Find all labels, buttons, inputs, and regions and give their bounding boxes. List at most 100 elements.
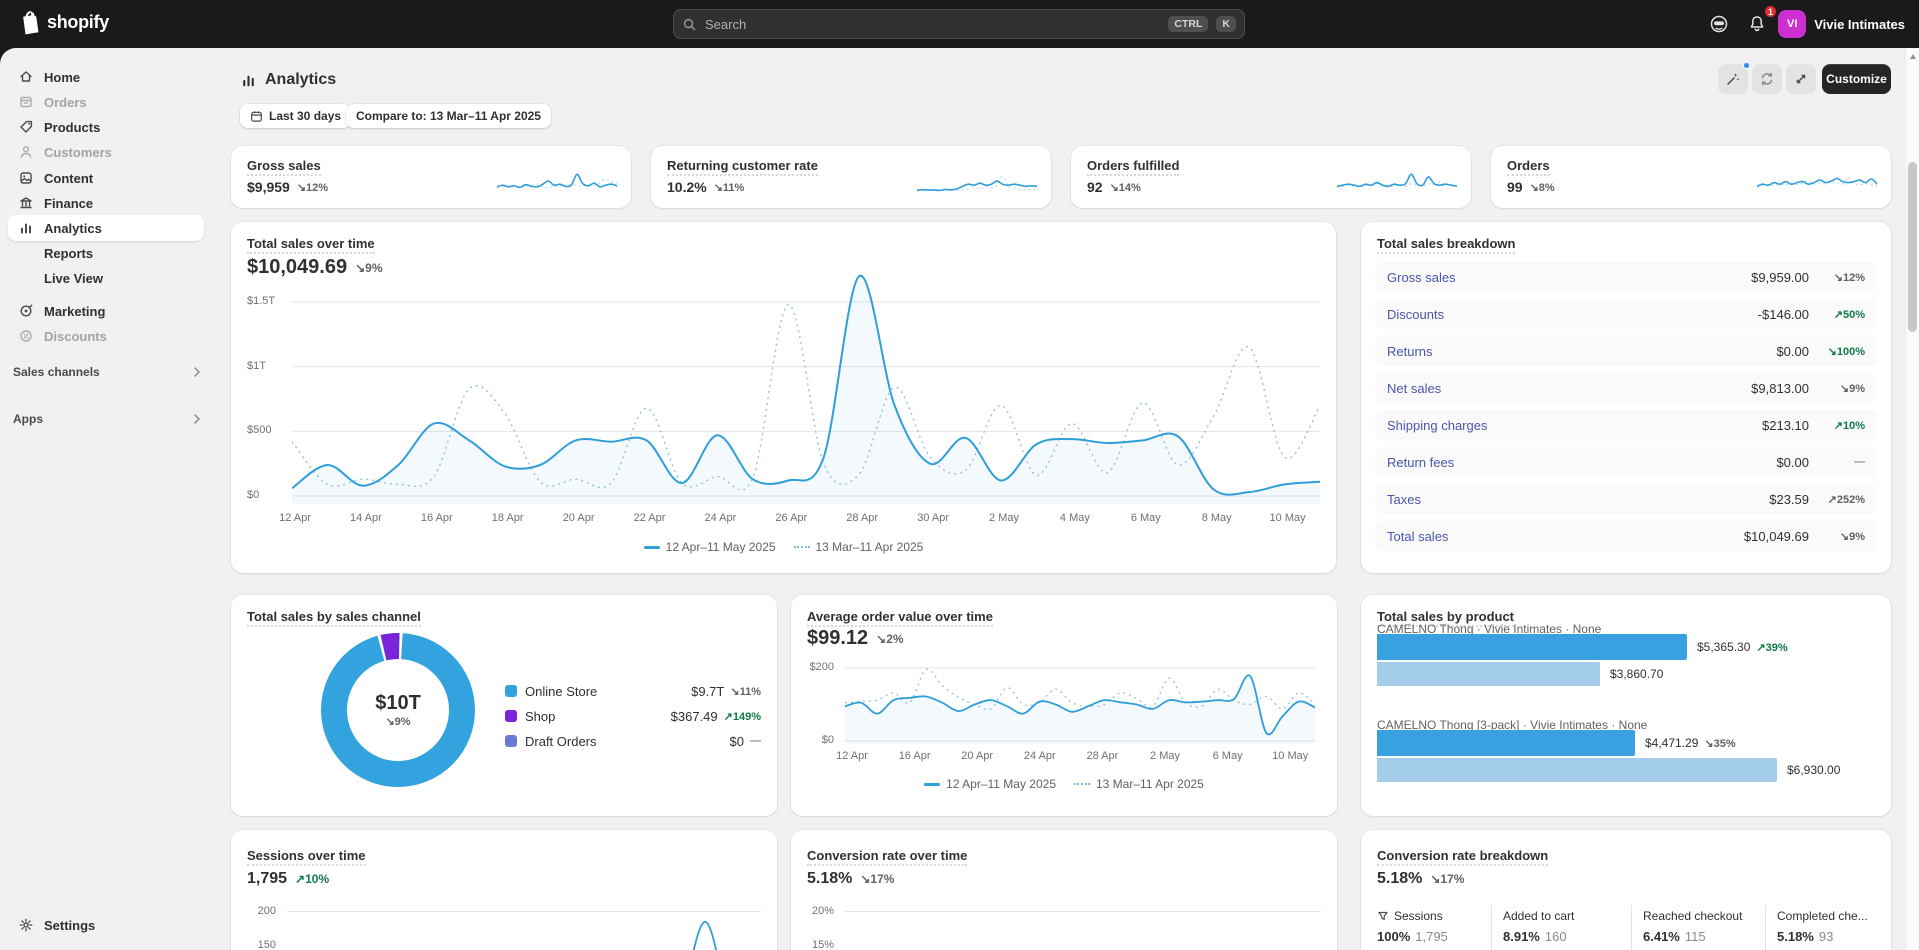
average-order-value-card: Average order value over time $99.12 ↘2%…	[791, 595, 1337, 816]
search-input[interactable]	[705, 17, 1160, 32]
analytics-icon	[240, 72, 257, 89]
card-title[interactable]: Conversion rate over time	[807, 848, 967, 863]
sidebar-item-reports[interactable]: Reports	[8, 240, 204, 266]
x-axis-label: 12 Apr	[836, 750, 868, 762]
x-axis-label: 22 Apr	[634, 512, 666, 524]
delta-badge: ↗50%	[1809, 308, 1865, 321]
sidebar-item-home[interactable]: Home	[8, 64, 204, 90]
kpi-title[interactable]: Returning customer rate	[667, 158, 818, 173]
card-title[interactable]: Total sales over time	[247, 236, 375, 251]
top-bar: shopify CTRL K 1 VI	[0, 0, 1919, 48]
scrollbar-thumb[interactable]	[1908, 162, 1917, 332]
fullscreen-button[interactable]	[1786, 64, 1816, 94]
funnel-step-header: Completed che...	[1777, 909, 1891, 923]
search-icon	[682, 17, 697, 32]
customers-icon	[18, 144, 34, 160]
breakdown-row-link[interactable]: Shipping charges	[1387, 418, 1487, 433]
y-axis-label: $500	[247, 424, 271, 436]
breakdown-row-link[interactable]: Gross sales	[1387, 270, 1456, 285]
product-bar-value: $3,860.70	[1610, 667, 1663, 681]
notifications-button[interactable]: 1	[1741, 8, 1773, 40]
aov-chart-svg	[845, 660, 1315, 744]
x-axis-label: 8 May	[1202, 512, 1232, 524]
sidebar-item-products[interactable]: Products	[8, 114, 204, 140]
kpi-card-returning-customer-rate: Returning customer rate10.2%↘11%	[651, 146, 1051, 208]
legend-item: 13 Mar–11 Apr 2025	[1074, 777, 1204, 791]
magic-insights-button[interactable]	[1718, 64, 1748, 94]
breakdown-row: Gross sales$9,959.00↘12%	[1375, 262, 1877, 292]
sessions-over-time-card: Sessions over time 1,795 ↗10% 200 150	[231, 830, 777, 950]
breakdown-row-link[interactable]: Total sales	[1387, 529, 1448, 544]
compare-button[interactable]: Compare to: 13 Mar–11 Apr 2025	[346, 104, 551, 128]
kpi-card-orders-fulfilled: Orders fulfilled 92 ↘14%	[1071, 146, 1471, 208]
sidekick-assistant-button[interactable]	[1703, 8, 1735, 40]
conversion-delta: ↘17%	[860, 872, 894, 886]
kpi-value-row: 99↘8%	[1507, 179, 1555, 195]
delta-badge: ↘12%	[297, 181, 328, 194]
kpi-title[interactable]: Gross sales	[247, 158, 321, 173]
sidebar-item-marketing[interactable]: Marketing	[8, 298, 204, 324]
sidebar-item-orders[interactable]: Orders	[8, 89, 204, 115]
funnel-step-value: 100%1,795	[1377, 929, 1491, 944]
sidebar-section-apps[interactable]: Apps	[13, 407, 201, 431]
breakdown-row-link[interactable]: Net sales	[1387, 381, 1441, 396]
shopify-logo[interactable]: shopify	[18, 10, 109, 35]
breakdown-row-value: $23.59	[1769, 492, 1809, 507]
sidebar-item-settings[interactable]: Settings	[8, 912, 204, 938]
calendar-icon	[250, 110, 263, 123]
sidebar-item-customers[interactable]: Customers	[8, 139, 204, 165]
sessions-ytick-150: 150	[246, 939, 276, 950]
card-title[interactable]: Average order value over time	[807, 609, 993, 624]
delta-badge: ↗39%	[1756, 641, 1787, 654]
legend-swatch	[505, 710, 517, 722]
funnel-step-value: 5.18%93	[1777, 929, 1891, 944]
store-menu[interactable]: VI Vivie Intimates	[1778, 10, 1905, 38]
product-bar-value: $4,471.29↘35%	[1645, 736, 1736, 750]
breakdown-row: Discounts-$146.00↗50%	[1375, 299, 1877, 329]
kpi-title[interactable]: Orders	[1507, 158, 1550, 173]
breakdown-row-link[interactable]: Taxes	[1387, 492, 1421, 507]
date-range-button[interactable]: Last 30 days	[240, 104, 351, 128]
breakdown-row-link[interactable]: Discounts	[1387, 307, 1444, 322]
kpi-value: 92	[1087, 179, 1103, 195]
sessions-chart	[287, 902, 761, 950]
vertical-scrollbar[interactable]	[1905, 48, 1919, 950]
customize-button[interactable]: Customize	[1822, 64, 1891, 94]
breakdown-row-link[interactable]: Return fees	[1387, 455, 1454, 470]
finance-icon	[18, 195, 34, 211]
card-title[interactable]: Conversion rate breakdown	[1377, 848, 1548, 863]
product-bar-value: $5,365.30↗39%	[1697, 640, 1788, 654]
search-bar[interactable]: CTRL K	[673, 9, 1245, 39]
sidebar-item-label: Reports	[44, 246, 93, 261]
product-bar-previous	[1377, 758, 1777, 782]
sidebar-item-discounts[interactable]: Discounts	[8, 323, 204, 349]
product-bar-value: $6,930.00	[1787, 763, 1840, 777]
sessions-value: 1,795	[247, 870, 287, 888]
sidebar-item-live-view[interactable]: Live View	[8, 265, 204, 291]
breakdown-row-link[interactable]: Returns	[1387, 344, 1433, 359]
legend-item: 13 Mar–11 Apr 2025	[794, 540, 924, 554]
shopify-admin-analytics: shopify CTRL K 1 VI	[0, 0, 1919, 950]
sidebar-item-analytics[interactable]: Analytics	[8, 215, 204, 241]
scroll-up-arrow[interactable]	[1910, 54, 1916, 59]
shortcut-key-ctrl: CTRL	[1168, 16, 1208, 33]
card-title[interactable]: Total sales by sales channel	[247, 609, 421, 624]
sidebar-item-finance[interactable]: Finance	[8, 190, 204, 216]
card-title[interactable]: Sessions over time	[247, 848, 366, 863]
funnel-step-header: Sessions	[1377, 909, 1491, 923]
sessions-ytick-200: 200	[246, 905, 276, 917]
sidebar-section-sales-channels[interactable]: Sales channels	[13, 360, 201, 384]
sidebar-item-label: Marketing	[44, 304, 105, 319]
channel-legend-row: Shop$367.49↗149%	[505, 705, 761, 727]
sidebar-item-content[interactable]: Content	[8, 165, 204, 191]
channel-value: $9.7T	[691, 684, 724, 699]
kpi-title[interactable]: Orders fulfilled	[1087, 158, 1179, 173]
refresh-button[interactable]	[1752, 64, 1782, 94]
marketing-icon	[18, 303, 34, 319]
sidebar-item-label: Live View	[44, 271, 103, 286]
delta-badge: —	[750, 735, 761, 747]
delta-badge: ↘11%	[730, 685, 761, 698]
channel-name: Draft Orders	[525, 734, 597, 749]
delta-badge: ↘14%	[1110, 181, 1141, 194]
card-title[interactable]: Total sales breakdown	[1377, 236, 1515, 251]
